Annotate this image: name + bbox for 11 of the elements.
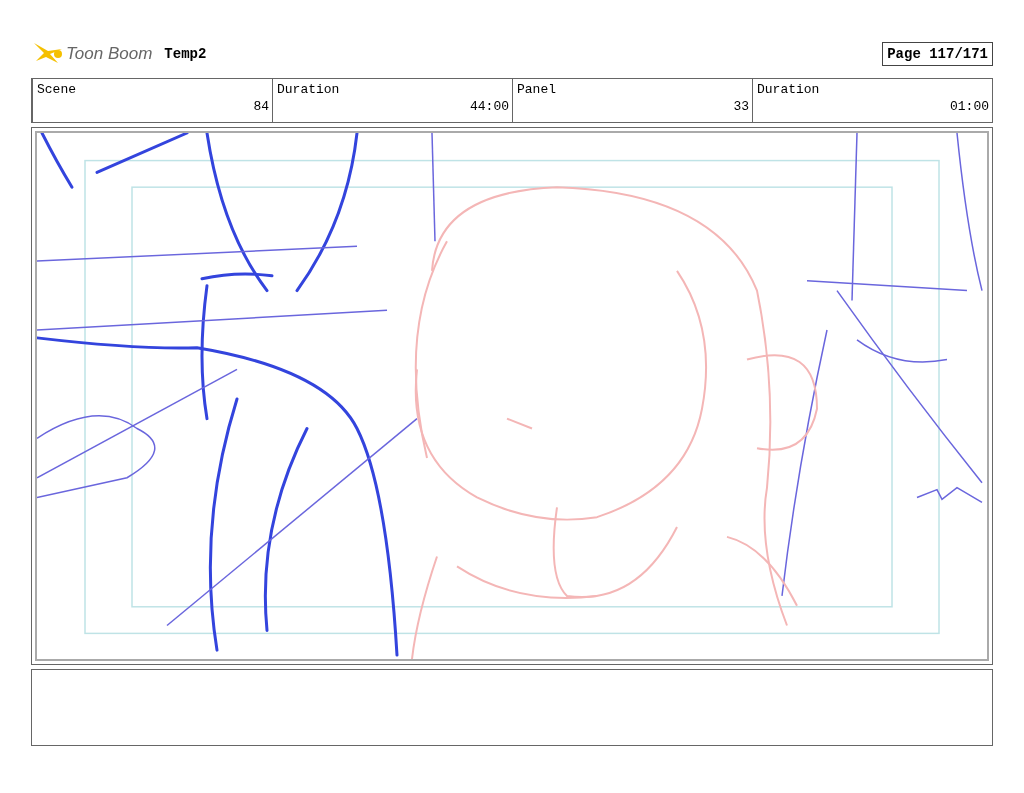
table-cell: 01:00 <box>950 99 989 114</box>
column-header: Duration <box>757 82 821 97</box>
column-header: Panel <box>517 82 557 97</box>
column-header: Duration <box>277 82 341 97</box>
table-cell: 44:00 <box>470 99 509 114</box>
table-cell: 84 <box>253 99 269 114</box>
brand-name: Toon Boom <box>66 44 153 64</box>
column-header: Scene <box>37 82 77 97</box>
table-cell: 33 <box>733 99 749 114</box>
project-title: Temp2 <box>164 46 207 62</box>
page-number: Page 117/171 <box>882 42 993 66</box>
